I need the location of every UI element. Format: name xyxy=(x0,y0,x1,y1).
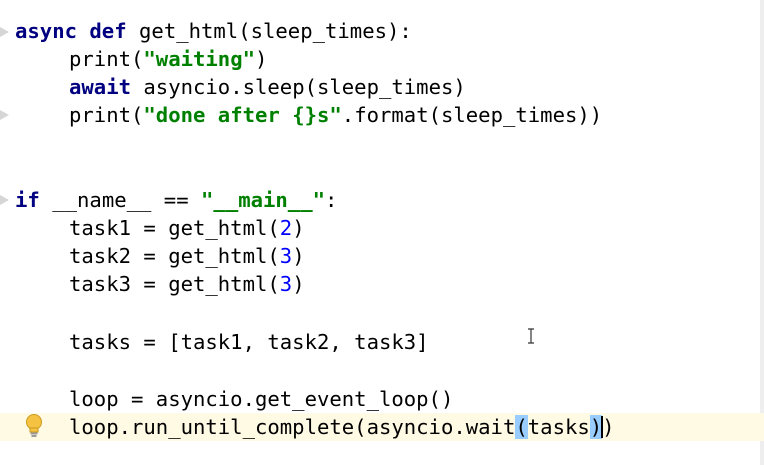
code-line[interactable]: print("waiting") xyxy=(0,45,764,73)
tasks-assignment: tasks = [task1, task2, task3] xyxy=(69,330,429,354)
assignment: task3 = get_html( xyxy=(69,272,280,296)
string-literal: "waiting" xyxy=(143,47,255,71)
keyword-async: async xyxy=(15,19,77,43)
print-call: print( xyxy=(69,103,144,127)
format-call: .format(sleep_times)) xyxy=(341,103,603,127)
string-literal: "done after {}s" xyxy=(143,103,342,127)
assignment: task2 = get_html( xyxy=(69,244,280,268)
number-literal: 3 xyxy=(279,244,293,268)
code-line[interactable]: task2 = get_html(3) xyxy=(0,242,764,270)
string-literal: "__main__" xyxy=(201,188,326,212)
paren-close: ) xyxy=(602,415,615,439)
intention-bulb-icon[interactable] xyxy=(24,413,44,439)
keyword-if: if xyxy=(15,188,40,212)
code-editor[interactable]: async def get_html(sleep_times): print("… xyxy=(0,0,764,465)
assignment: task1 = get_html( xyxy=(69,216,280,240)
print-call: print( xyxy=(69,47,144,71)
code-line[interactable]: loop = asyncio.get_event_loop() xyxy=(0,385,764,413)
colon: : xyxy=(325,188,338,212)
code-line[interactable]: if __name__ == "__main__": xyxy=(0,186,764,214)
code-line[interactable]: task3 = get_html(3) xyxy=(0,270,764,298)
paren-close: ) xyxy=(292,244,305,268)
wait-argument: tasks xyxy=(527,415,590,439)
bracket-match-open: ( xyxy=(515,415,528,439)
paren-close: ) xyxy=(292,272,305,296)
paren-close: ) xyxy=(292,216,305,240)
loop-assignment: loop = asyncio.get_event_loop() xyxy=(69,387,454,411)
await-expression: asyncio.sleep(sleep_times) xyxy=(143,75,466,99)
number-literal: 3 xyxy=(279,272,293,296)
run-call: loop.run_until_complete(asyncio.wait xyxy=(69,415,516,439)
number-literal: 2 xyxy=(279,216,293,240)
keyword-def: def xyxy=(89,19,127,43)
keyword-await: await xyxy=(69,75,131,99)
code-line[interactable]: task1 = get_html(2) xyxy=(0,214,764,242)
function-signature: get_html(sleep_times): xyxy=(139,19,412,43)
paren-close: ) xyxy=(255,47,268,71)
code-line[interactable]: await asyncio.sleep(sleep_times) xyxy=(0,73,764,101)
code-line[interactable]: print("done after {}s".format(sleep_time… xyxy=(0,101,764,129)
code-line[interactable]: tasks = [task1, task2, task3] xyxy=(0,328,764,356)
current-code-line[interactable]: loop.run_until_complete(asyncio.wait(tas… xyxy=(0,413,764,441)
code-line[interactable]: async def get_html(sleep_times): xyxy=(0,17,764,45)
if-condition: __name__ == xyxy=(52,188,202,212)
text-cursor-icon xyxy=(528,328,534,344)
